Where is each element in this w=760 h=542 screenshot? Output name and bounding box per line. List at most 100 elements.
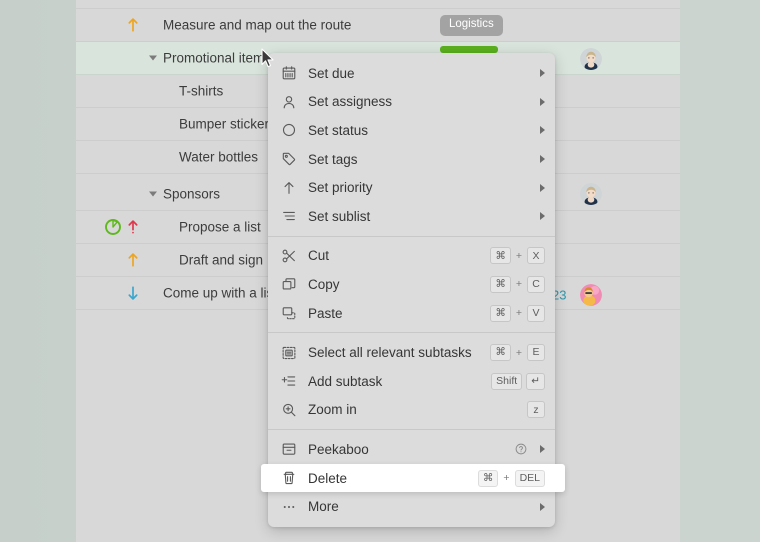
menu-item-set-due[interactable]: Set due bbox=[268, 59, 555, 88]
shortcut-plus: + bbox=[503, 472, 510, 485]
shortcut-key: ⌘ bbox=[490, 304, 511, 322]
menu-item-set-status[interactable]: Set status bbox=[268, 116, 555, 145]
shortcut-plus: + bbox=[515, 307, 522, 320]
menu-item-label: More bbox=[308, 499, 339, 515]
app-window: Measure and map out the route Promotional… bbox=[0, 0, 760, 542]
shortcut-plus: + bbox=[515, 346, 522, 359]
task-title[interactable]: Water bottles bbox=[179, 150, 258, 165]
menu-item-more[interactable]: More bbox=[268, 492, 555, 521]
shortcut-key: E bbox=[527, 344, 545, 362]
menu-item-accessory bbox=[534, 212, 545, 221]
menu-item-zoom-in[interactable]: Zoom in z bbox=[268, 396, 555, 425]
scissors-icon bbox=[280, 247, 298, 265]
menu-item-accessory: ⌘ + X bbox=[490, 247, 545, 265]
priority-down-blue-icon[interactable] bbox=[126, 284, 140, 302]
menu-item-accessory bbox=[534, 502, 545, 511]
submenu-arrow-icon[interactable] bbox=[540, 445, 545, 454]
list-icon bbox=[280, 207, 298, 225]
submenu-arrow-icon[interactable] bbox=[540, 126, 545, 135]
task-title[interactable]: Draft and sign bbox=[179, 253, 263, 268]
shortcut-key: V bbox=[527, 304, 545, 322]
avatar[interactable] bbox=[580, 48, 602, 70]
submenu-arrow-icon[interactable] bbox=[540, 183, 545, 192]
avatar[interactable] bbox=[580, 284, 602, 306]
shortcut-key: ⌘ bbox=[490, 344, 511, 362]
menu-item-paste[interactable]: Paste ⌘ + V bbox=[268, 299, 555, 328]
add-list-icon bbox=[280, 372, 298, 390]
arrow-up-icon bbox=[280, 179, 298, 197]
context-menu[interactable]: Set due Set assigness Set status Set tags Se… bbox=[261, 53, 565, 527]
task-title[interactable]: Promotional items bbox=[163, 51, 271, 66]
submenu-arrow-icon[interactable] bbox=[540, 212, 545, 221]
menu-item-label: Add subtask bbox=[308, 373, 383, 389]
select-all-icon bbox=[280, 344, 298, 362]
menu-section: Set due Set assigness Set status Set tags Se… bbox=[268, 59, 555, 231]
shortcut-key: ⌘ bbox=[490, 247, 511, 265]
priority-up-orange-icon[interactable] bbox=[126, 16, 140, 34]
shortcut-key: X bbox=[527, 247, 545, 265]
menu-item-accessory bbox=[534, 97, 545, 106]
menu-item-set-assigness[interactable]: Set assigness bbox=[268, 88, 555, 117]
menu-item-label: Set status bbox=[308, 122, 369, 138]
task-title[interactable]: T-shirts bbox=[179, 84, 223, 99]
tag-chip-logistics[interactable]: Logistics bbox=[440, 15, 503, 36]
task-title[interactable]: Propose a list bbox=[179, 220, 261, 235]
shortcut-key: DEL bbox=[514, 469, 545, 487]
menu-item-label: Set assigness bbox=[308, 94, 393, 110]
submenu-arrow-icon[interactable] bbox=[540, 502, 545, 511]
submenu-arrow-icon[interactable] bbox=[540, 97, 545, 106]
shortcut-plus: + bbox=[515, 278, 522, 291]
task-row[interactable] bbox=[76, 0, 680, 9]
avatar[interactable] bbox=[580, 183, 602, 205]
submenu-arrow-icon[interactable] bbox=[540, 155, 545, 164]
menu-item-label: Cut bbox=[308, 248, 330, 264]
menu-item-label: Peekaboo bbox=[308, 441, 369, 457]
priority-up-orange-icon[interactable] bbox=[126, 251, 140, 269]
trash-icon bbox=[280, 469, 298, 487]
zoom-in-icon bbox=[280, 401, 298, 419]
menu-item-select-all-relevant-subtasks[interactable]: Select all relevant subtasks ⌘ + E bbox=[268, 338, 555, 367]
menu-item-accessory: ⌘ + E bbox=[490, 344, 545, 362]
task-title[interactable]: Measure and map out the route bbox=[163, 18, 351, 33]
menu-item-accessory: Shift ↵ bbox=[491, 372, 545, 390]
menu-item-label: Set sublist bbox=[308, 208, 371, 224]
shortcut-key: ⌘ bbox=[490, 275, 511, 293]
help-icon[interactable] bbox=[514, 442, 528, 456]
menu-item-add-subtask[interactable]: Add subtask Shift ↵ bbox=[268, 367, 555, 396]
menu-item-label: Paste bbox=[308, 305, 343, 321]
menu-item-accessory bbox=[534, 69, 545, 78]
shortcut-key: ⌘ bbox=[477, 469, 499, 487]
priority-up-red-icon[interactable] bbox=[126, 218, 140, 236]
collapse-caret-icon[interactable] bbox=[149, 191, 157, 197]
shortcut-key: C bbox=[527, 275, 545, 293]
archive-icon bbox=[280, 440, 298, 458]
task-title[interactable]: Come up with a list bbox=[163, 286, 277, 301]
menu-item-accessory bbox=[534, 155, 545, 164]
menu-section: Cut ⌘ + X Copy ⌘ + C Paste ⌘ + V bbox=[268, 235, 555, 328]
progress-ring-icon[interactable] bbox=[104, 218, 122, 236]
submenu-arrow-icon[interactable] bbox=[540, 69, 545, 78]
menu-item-copy[interactable]: Copy ⌘ + C bbox=[268, 270, 555, 299]
ellipsis-icon bbox=[280, 498, 298, 516]
menu-item-label: Copy bbox=[308, 276, 340, 292]
calendar-icon bbox=[280, 64, 298, 82]
menu-item-accessory: ⌘ + V bbox=[490, 304, 545, 322]
task-title[interactable]: Bumper stickers bbox=[179, 117, 276, 132]
menu-item-accessory bbox=[514, 442, 545, 456]
menu-item-accessory bbox=[534, 183, 545, 192]
menu-item-set-tags[interactable]: Set tags bbox=[268, 145, 555, 174]
menu-item-label: Zoom in bbox=[308, 402, 357, 418]
menu-item-delete[interactable]: Delete ⌘ + DEL bbox=[261, 463, 565, 493]
collapse-caret-icon[interactable] bbox=[149, 55, 157, 61]
status-progress-bar[interactable] bbox=[440, 46, 498, 53]
tag-icon bbox=[280, 150, 298, 168]
menu-item-accessory: z bbox=[527, 401, 545, 419]
task-title[interactable]: Sponsors bbox=[163, 187, 220, 202]
menu-item-set-priority[interactable]: Set priority bbox=[268, 173, 555, 202]
task-row[interactable]: Measure and map out the route bbox=[76, 9, 680, 42]
menu-item-peekaboo[interactable]: Peekaboo bbox=[268, 435, 555, 464]
menu-item-label: Set due bbox=[308, 65, 355, 81]
menu-item-cut[interactable]: Cut ⌘ + X bbox=[268, 242, 555, 271]
menu-item-label: Set tags bbox=[308, 151, 358, 167]
menu-item-set-sublist[interactable]: Set sublist bbox=[268, 202, 555, 231]
